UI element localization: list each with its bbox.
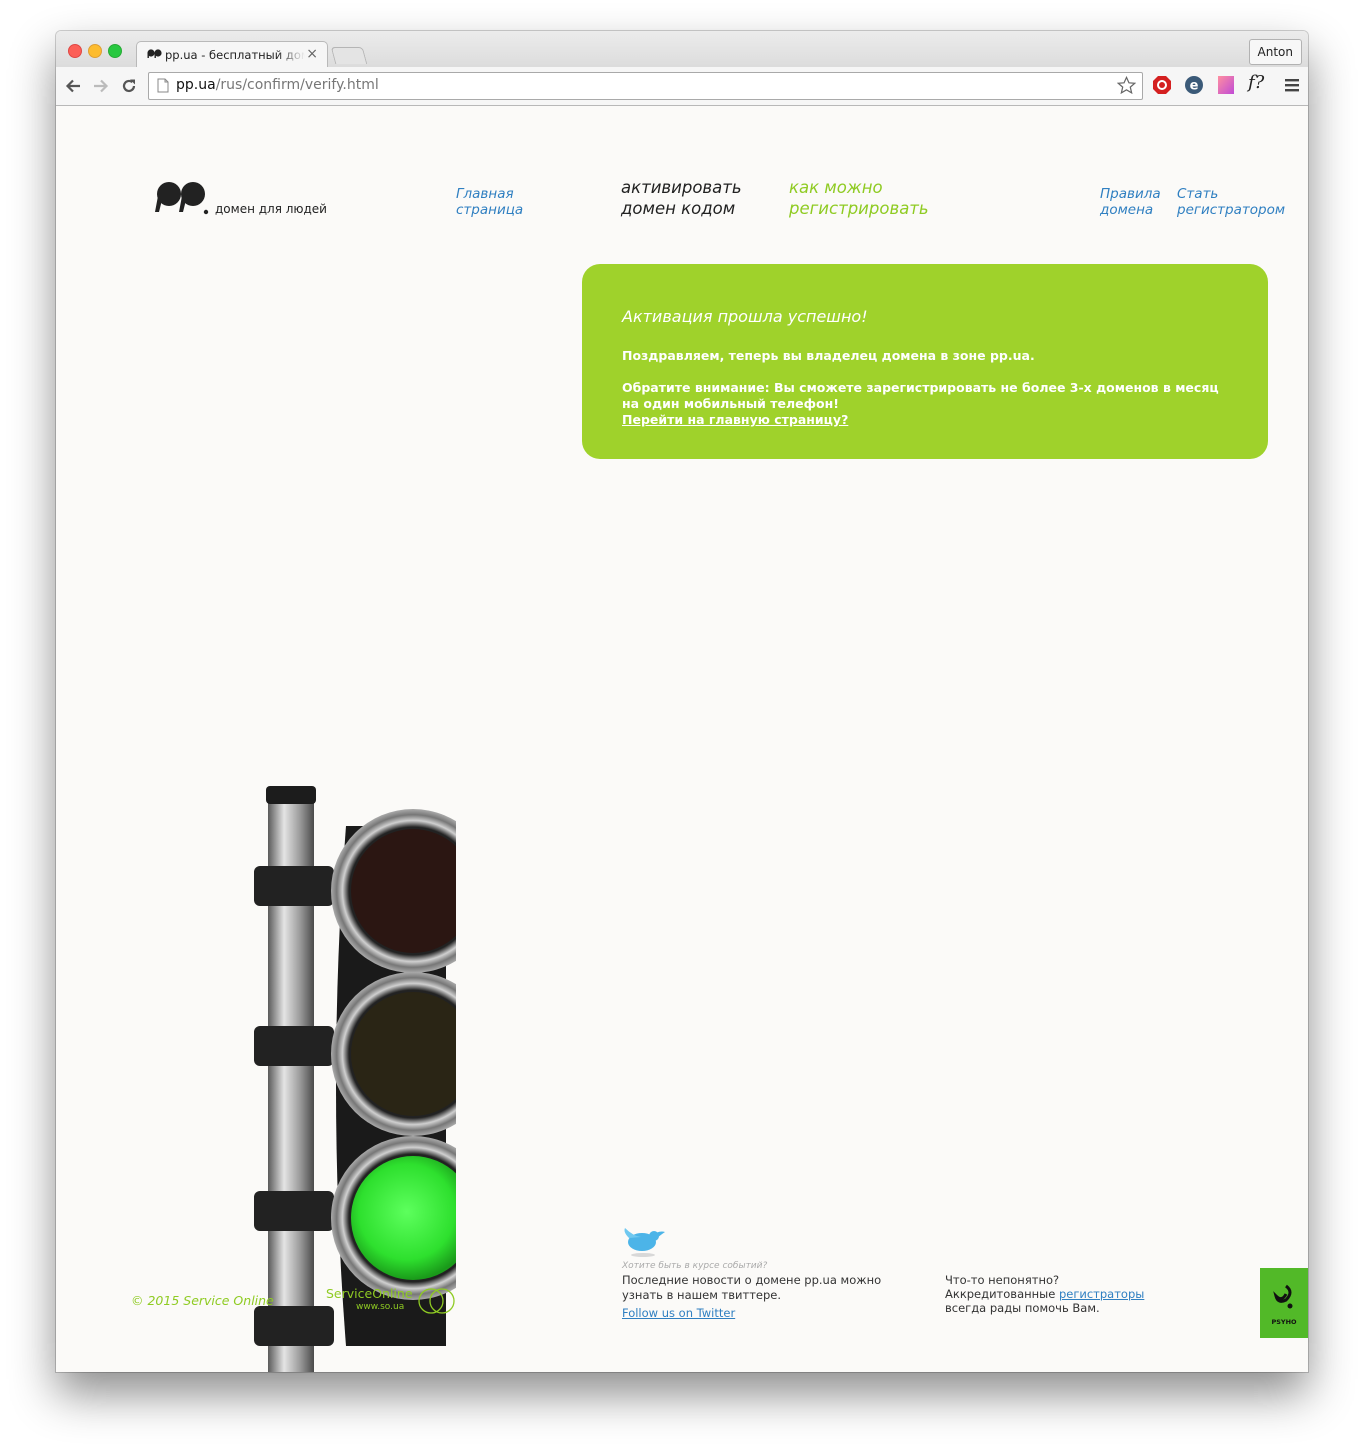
profile-button[interactable]: Anton (1248, 39, 1302, 65)
pp-logo[interactable] (154, 182, 210, 218)
go-home-link[interactable]: Перейти на главную страницу? (622, 412, 848, 427)
back-arrow-icon[interactable] (64, 77, 82, 95)
gallery-ext-icon[interactable] (1216, 75, 1236, 95)
twitter-text: Последние новости о домене pp.ua можно у… (622, 1273, 882, 1302)
follow-twitter-link[interactable]: Follow us on Twitter (622, 1306, 735, 1320)
url-text: pp.ua/rus/confirm/verify.html (176, 77, 379, 93)
success-panel: Активация прошла успешно! Поздравляем, т… (582, 264, 1268, 459)
serviceonline-logo-icon[interactable] (418, 1286, 456, 1316)
favicon-icon (147, 49, 162, 58)
star-icon[interactable] (1117, 76, 1136, 95)
registrars-link[interactable]: регистраторы (1059, 1287, 1144, 1301)
success-title: Активация прошла успешно! (622, 307, 868, 326)
serviceonline-url[interactable]: www.so.ua (356, 1302, 404, 1312)
page-icon (157, 78, 169, 93)
nav-activate-domain[interactable]: активировать домен кодом (621, 177, 742, 219)
browser-window: pp.ua - бесплатный домен × Anton pp.ua/r… (56, 31, 1308, 1372)
psyho-logo-icon (1273, 1284, 1293, 1309)
twitter-bird-icon[interactable] (621, 1222, 667, 1258)
menu-icon[interactable] (1282, 75, 1302, 95)
nav-become-registrar[interactable]: Стать регистратором (1177, 186, 1307, 218)
ie-ext-icon[interactable]: e (1184, 75, 1204, 95)
svg-text:e: e (1190, 79, 1199, 94)
font-ext-icon[interactable]: f? (1248, 72, 1274, 93)
minimize-window-button[interactable] (88, 44, 102, 58)
browser-tab[interactable]: pp.ua - бесплатный домен × (136, 41, 328, 69)
nav-home-link[interactable]: Главная страница (456, 186, 556, 218)
site-slogan: домен для людей (215, 202, 327, 216)
reload-icon[interactable] (120, 77, 138, 95)
traffic-light-image (254, 786, 456, 1372)
copyright-text: © 2015 Service Online (131, 1293, 274, 1308)
tab-title: pp.ua - бесплатный домен (165, 48, 305, 62)
nav-how-to-register[interactable]: как можно регистрировать (789, 177, 929, 219)
stop-ext-icon[interactable] (1152, 75, 1172, 95)
limit-notice: Обратите внимание: Вы сможете зарегистри… (622, 380, 1219, 411)
browser-toolbar: pp.ua/rus/confirm/verify.html e f? (56, 67, 1308, 106)
twitter-question: Хотите быть в курсе событий? (622, 1261, 768, 1271)
help-text: Что-то непонятно? Аккредитованные регист… (945, 1273, 1145, 1315)
title-bar: pp.ua - бесплатный домен × Anton (56, 31, 1308, 69)
page-content: домен для людей Главная страница активиро… (56, 106, 1308, 1372)
congrats-text: Поздравляем, теперь вы владелец домена в… (622, 348, 1035, 363)
new-tab-button[interactable] (330, 47, 368, 64)
maximize-window-button[interactable] (108, 44, 122, 58)
psyho-badge[interactable]: PSYHO (1260, 1268, 1308, 1338)
psyho-label: PSYHO (1271, 1318, 1297, 1326)
close-window-button[interactable] (68, 44, 82, 58)
forward-arrow-icon[interactable] (92, 77, 110, 95)
serviceonline-name[interactable]: ServiceOnline (326, 1286, 413, 1301)
address-bar[interactable]: pp.ua/rus/confirm/verify.html (148, 72, 1143, 100)
tab-close-icon[interactable]: × (306, 46, 318, 62)
